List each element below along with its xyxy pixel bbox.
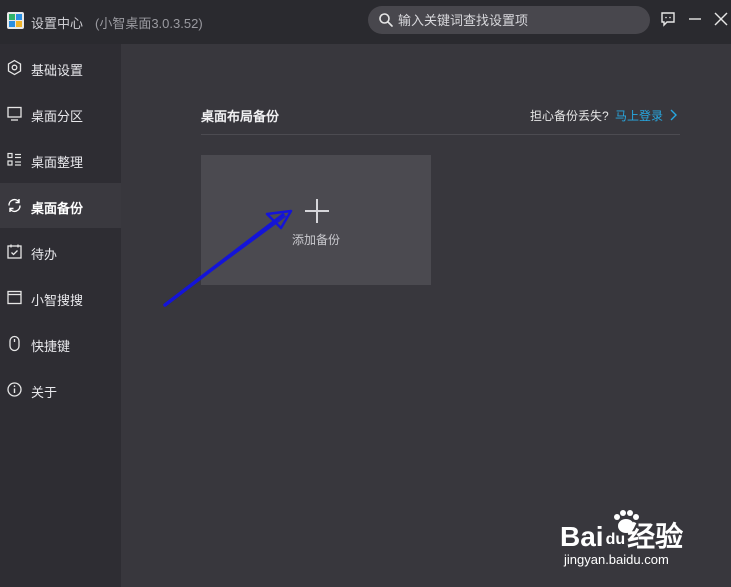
sidebar-item-shortcuts[interactable]: 快捷键 — [0, 321, 121, 366]
hexagon-settings-icon — [7, 59, 22, 76]
backup-sync-icon — [8, 198, 21, 213]
sidebar-item-xiaozhi-search[interactable]: 小智搜搜 — [0, 275, 121, 320]
watermark-brand-left: Bai — [560, 521, 604, 552]
mouse-icon — [9, 335, 20, 352]
sidebar-item-label: 基础设置 — [31, 63, 84, 78]
add-backup-label: 添加备份 — [291, 233, 340, 247]
search-input[interactable] — [398, 6, 638, 34]
sidebar-item-desktop-backup[interactable]: 桌面备份 — [0, 183, 121, 228]
plus-icon — [305, 199, 329, 223]
search-icon — [379, 13, 393, 27]
watermark-url: jingyan.baidu.com — [564, 552, 669, 567]
sidebar-item-label: 关于 — [31, 385, 58, 400]
sidebar-item-todo[interactable]: 待办 — [0, 229, 121, 274]
baidu-watermark: Bai du经验 jingyan.baidu.com — [560, 510, 700, 575]
sidebar-item-desktop-partition[interactable]: 桌面分区 — [0, 91, 121, 136]
divider — [201, 134, 680, 135]
watermark-brand-right: 经验 — [627, 521, 684, 552]
add-backup-button[interactable]: 添加备份 — [201, 155, 431, 285]
sidebar-item-label: 待办 — [31, 247, 58, 262]
minimize-icon[interactable] — [686, 10, 704, 28]
search-box[interactable] — [368, 6, 650, 34]
sidebar-item-label: 快捷键 — [31, 339, 71, 354]
sidebar: 基础设置 桌面分区 桌面整理 桌面备份 待办 小智搜搜 快捷键 关于 — [0, 44, 121, 587]
chevron-right-icon[interactable] — [668, 108, 678, 122]
watermark-brand-mid: du — [605, 531, 626, 548]
sidebar-item-label: 桌面整理 — [31, 155, 84, 170]
sidebar-item-label: 小智搜搜 — [31, 293, 84, 308]
calendar-check-icon — [7, 244, 22, 259]
info-icon — [7, 382, 22, 397]
app-version: (小智桌面3.0.3.52) — [95, 16, 203, 31]
title-bar: 设置中心 (小智桌面3.0.3.52) — [0, 0, 731, 44]
section-title: 桌面布局备份 — [201, 109, 280, 124]
list-organize-icon — [7, 152, 21, 166]
login-hint: 担心备份丢失? — [530, 109, 609, 123]
monitor-icon — [7, 106, 22, 121]
app-logo-icon — [7, 12, 24, 29]
login-link[interactable]: 马上登录 — [615, 107, 663, 124]
close-icon[interactable] — [712, 10, 730, 28]
sidebar-item-desktop-organize[interactable]: 桌面整理 — [0, 137, 121, 182]
sidebar-item-label: 桌面分区 — [31, 109, 84, 124]
window-search-icon — [7, 290, 22, 305]
sidebar-item-basic-settings[interactable]: 基础设置 — [0, 45, 121, 90]
watermark-brand: Bai du经验 — [560, 515, 683, 555]
window-title: 设置中心 — [31, 16, 84, 31]
feedback-icon[interactable] — [659, 10, 677, 28]
sidebar-item-label: 桌面备份 — [31, 201, 84, 216]
sidebar-item-about[interactable]: 关于 — [0, 367, 121, 412]
